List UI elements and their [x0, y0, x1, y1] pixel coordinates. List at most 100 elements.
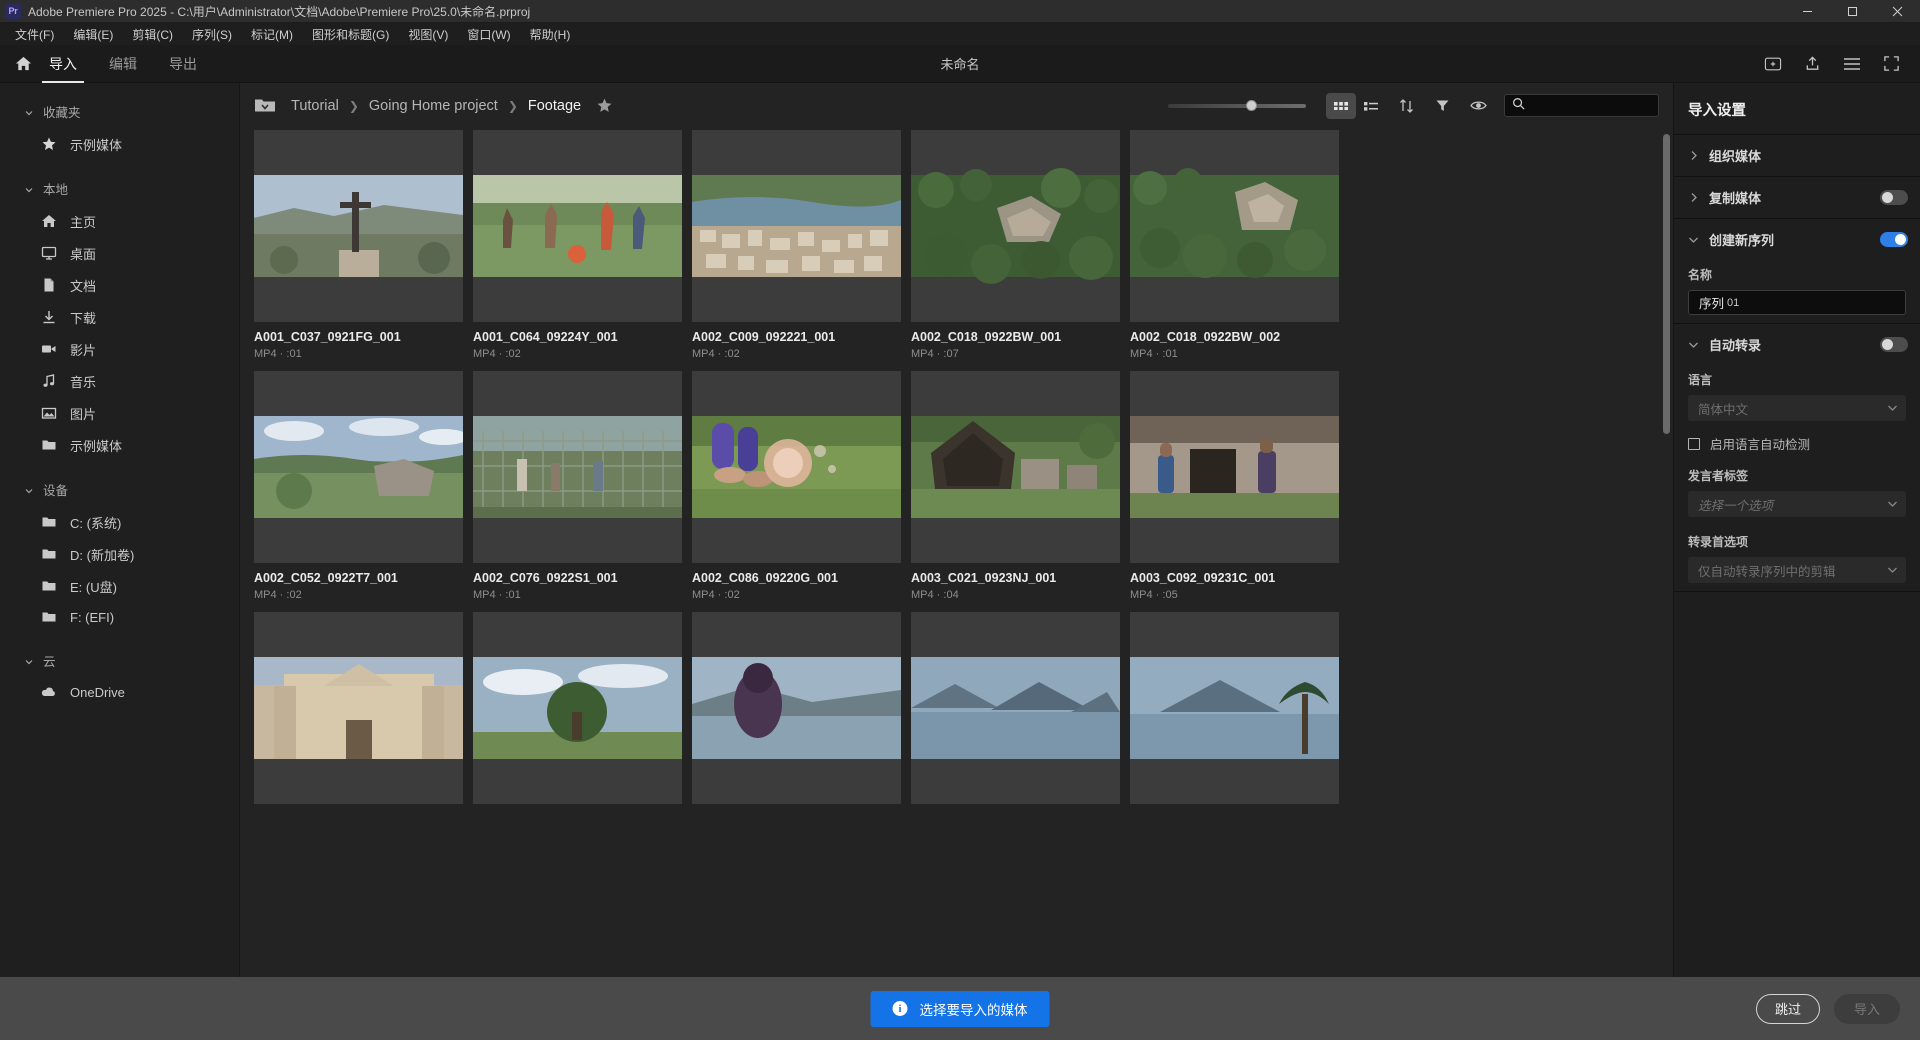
skip-button[interactable]: 跳过: [1755, 993, 1820, 1024]
home-icon[interactable]: [0, 54, 46, 73]
sidebar-item-home[interactable]: 主页: [0, 205, 239, 237]
sidebar-group-devices[interactable]: 设备: [0, 473, 239, 506]
tab-import[interactable]: 导入: [42, 45, 84, 83]
sidebar-item-drive-d[interactable]: D: (新加卷): [0, 538, 239, 570]
auto-transcribe-toggle[interactable]: [1880, 337, 1908, 352]
menu-file[interactable]: 文件(F): [6, 23, 63, 46]
media-thumbnail[interactable]: [1130, 371, 1339, 563]
sidebar-item-sample-media-fav[interactable]: 示例媒体: [0, 128, 239, 160]
media-card[interactable]: A002_C076_0922S1_001 MP4 · :01: [473, 371, 682, 601]
transcription-pref-select[interactable]: 仅自动转录序列中的剪辑: [1688, 557, 1906, 583]
media-card[interactable]: A003_C021_0923NJ_001 MP4 · :04: [911, 371, 1120, 601]
media-thumbnail[interactable]: [911, 612, 1120, 804]
menu-marker[interactable]: 标记(M): [242, 23, 302, 46]
thumbnail-zoom-slider[interactable]: [1168, 99, 1306, 111]
media-thumbnail[interactable]: [692, 612, 901, 804]
menu-sequence[interactable]: 序列(S): [183, 23, 241, 46]
list-view-icon[interactable]: [1356, 93, 1386, 119]
media-thumbnail[interactable]: [692, 371, 901, 563]
media-card[interactable]: A002_C086_09220G_001 MP4 · :02: [692, 371, 901, 601]
breadcrumb-footage[interactable]: Footage: [525, 96, 584, 116]
section-auto-transcribe[interactable]: 自动转录: [1674, 324, 1920, 365]
maximize-icon[interactable]: [1830, 0, 1875, 23]
media-card[interactable]: [473, 612, 682, 816]
media-card[interactable]: [1130, 612, 1339, 816]
menu-help[interactable]: 帮助(H): [521, 23, 580, 46]
sidebar-item-music[interactable]: 音乐: [0, 365, 239, 397]
sidebar-group-favorites[interactable]: 收藏夹: [0, 95, 239, 128]
sidebar-item-onedrive[interactable]: OneDrive: [0, 677, 239, 707]
sidebar-item-sample-media[interactable]: 示例媒体: [0, 429, 239, 461]
media-thumbnail[interactable]: [911, 130, 1120, 322]
media-thumbnail[interactable]: [692, 130, 901, 322]
sidebar-item-pictures[interactable]: 图片: [0, 397, 239, 429]
menu-graphics[interactable]: 图形和标题(G): [303, 23, 398, 46]
section-copy-media[interactable]: 复制媒体: [1674, 177, 1920, 218]
copy-media-toggle[interactable]: [1880, 190, 1908, 205]
minimize-icon[interactable]: [1785, 0, 1830, 23]
media-thumbnail[interactable]: [1130, 612, 1339, 804]
section-create-new-sequence[interactable]: 创建新序列: [1674, 219, 1920, 260]
autodetect-language-checkbox[interactable]: [1688, 437, 1700, 450]
media-thumbnail[interactable]: [254, 130, 463, 322]
fullscreen-icon[interactable]: [1883, 55, 1900, 72]
tab-export[interactable]: 导出: [166, 45, 200, 83]
sidebar-item-desktop[interactable]: 桌面: [0, 237, 239, 269]
media-card[interactable]: A001_C037_0921FG_001 MP4 · :01: [254, 130, 463, 360]
filter-icon[interactable]: [1426, 93, 1458, 119]
sidebar-item-movies[interactable]: 影片: [0, 333, 239, 365]
media-card[interactable]: A002_C018_0922BW_002 MP4 · :01: [1130, 130, 1339, 360]
new-project-icon[interactable]: [1764, 56, 1782, 72]
media-card[interactable]: A001_C064_09224Y_001 MP4 · :02: [473, 130, 682, 360]
media-card[interactable]: A002_C052_0922T7_001 MP4 · :02: [254, 371, 463, 601]
media-card[interactable]: [911, 612, 1120, 816]
media-grid-scrollbar[interactable]: [1663, 134, 1670, 434]
breadcrumb-going-home-project[interactable]: Going Home project: [366, 96, 501, 116]
select-media-hint-button[interactable]: i 选择要导入的媒体: [870, 990, 1050, 1027]
zoom-thumb[interactable]: [1246, 99, 1257, 111]
media-thumbnail[interactable]: [473, 612, 682, 804]
media-thumbnail[interactable]: [1130, 130, 1339, 322]
search-field[interactable]: [1504, 94, 1659, 117]
search-input[interactable]: [1531, 98, 1649, 113]
sidebar-item-drive-c[interactable]: C: (系统): [0, 506, 239, 538]
media-card[interactable]: [692, 612, 901, 816]
close-icon[interactable]: [1875, 0, 1920, 23]
menu-edit[interactable]: 编辑(E): [64, 23, 122, 46]
sidebar-group-cloud[interactable]: 云: [0, 644, 239, 677]
folder-dropdown-icon[interactable]: [254, 96, 278, 116]
sidebar-item-drive-e[interactable]: E: (U盘): [0, 570, 239, 602]
media-card[interactable]: [254, 612, 463, 816]
media-thumbnail[interactable]: [254, 612, 463, 804]
media-thumbnail[interactable]: [473, 371, 682, 563]
section-organize-media[interactable]: 组织媒体: [1674, 135, 1920, 176]
tab-edit[interactable]: 编辑: [106, 45, 140, 83]
autodetect-language-row[interactable]: 启用语言自动检测: [1688, 434, 1906, 453]
sidebar-group-local[interactable]: 本地: [0, 172, 239, 205]
media-thumbnail[interactable]: [911, 371, 1120, 563]
media-thumbnail[interactable]: [473, 130, 682, 322]
sidebar-item-documents[interactable]: 文档: [0, 269, 239, 301]
sidebar-item-downloads[interactable]: 下载: [0, 301, 239, 333]
star-icon[interactable]: [596, 97, 613, 114]
eye-icon[interactable]: [1462, 93, 1494, 119]
grid-view-icon[interactable]: [1326, 92, 1356, 119]
share-icon[interactable]: [1804, 55, 1821, 72]
breadcrumb-tutorial[interactable]: Tutorial: [288, 96, 342, 116]
menu-view[interactable]: 视图(V): [399, 23, 457, 46]
media-card[interactable]: A003_C092_09231C_001 MP4 · :05: [1130, 371, 1339, 601]
sidebar-item-drive-f[interactable]: F: (EFI): [0, 602, 239, 632]
create-sequence-toggle[interactable]: [1880, 232, 1908, 247]
media-card[interactable]: A002_C009_092221_001 MP4 · :02: [692, 130, 901, 360]
speaker-select[interactable]: 选择一个选项: [1688, 491, 1906, 517]
sort-icon[interactable]: [1390, 93, 1422, 119]
media-card[interactable]: A002_C018_0922BW_001 MP4 · :07: [911, 130, 1120, 360]
language-select[interactable]: 简体中文: [1688, 395, 1906, 421]
cloud-icon: [40, 684, 57, 701]
media-thumbnail[interactable]: [254, 371, 463, 563]
sequence-name-input[interactable]: 序列 01: [1688, 290, 1906, 315]
media-grid-scroll[interactable]: A001_C037_0921FG_001 MP4 · :01 A001_C064…: [240, 128, 1673, 977]
menu-icon[interactable]: [1843, 57, 1861, 71]
menu-clip[interactable]: 剪辑(C): [123, 23, 182, 46]
menu-window[interactable]: 窗口(W): [458, 23, 519, 46]
